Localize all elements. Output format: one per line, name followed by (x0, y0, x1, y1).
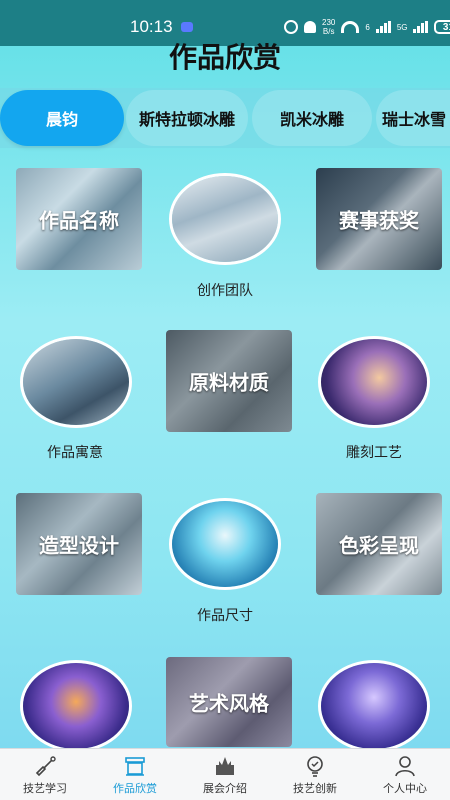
bottom-nav: 技艺学习 作品欣赏 展会介绍 技艺创新 个人中心 (0, 748, 450, 800)
card-label: 作品名称 (39, 208, 119, 233)
card-color-presentation[interactable]: 色彩呈现 (316, 493, 442, 595)
gallery-icon (125, 757, 145, 776)
card-label: 艺术风格 (189, 691, 269, 716)
castle-icon (216, 757, 234, 775)
nav-label: 技艺创新 (293, 782, 337, 795)
caption-creative-team: 创作团队 (197, 283, 253, 299)
card-art-style[interactable]: 艺术风格 (166, 657, 292, 747)
nav-exhibition-intro[interactable]: 展会介绍 (180, 749, 270, 800)
notification-badge-icon (181, 22, 193, 32)
nav-label: 作品欣赏 (113, 782, 157, 795)
nav-skill-innovation[interactable]: 技艺创新 (270, 749, 360, 800)
card-shape-design[interactable]: 造型设计 (16, 493, 142, 595)
signal-icon (375, 21, 391, 33)
status-time: 10:13 (130, 17, 173, 36)
card-label: 造型设计 (39, 533, 119, 558)
battery-level: 31 (442, 21, 450, 33)
ice-sculpture-image (172, 501, 278, 587)
person-icon (395, 756, 415, 777)
tab-kemi[interactable]: 凯米冰雕 (252, 90, 372, 146)
tab-label: 凯米冰雕 (279, 110, 344, 129)
circle-meaning[interactable] (20, 336, 132, 428)
network-speed: 230 B/s (322, 18, 335, 36)
signal-2-icon (413, 21, 429, 33)
battery-icon: 31 (434, 20, 450, 34)
ice-sculpture-image (172, 176, 278, 262)
tab-label: 瑞士冰雪 (382, 110, 447, 129)
tab-label: 斯特拉顿冰雕 (138, 110, 235, 129)
lightbulb-icon (307, 756, 323, 777)
shovel-icon (35, 756, 56, 777)
card-label: 原料材质 (189, 370, 269, 395)
card-label: 赛事获奖 (339, 208, 419, 233)
circle-carving-craft[interactable] (318, 336, 430, 428)
app-screen: 10:13 230 B/s 6 5G 31 ⚡ 作品欣赏 晨钧 (0, 0, 450, 800)
ice-sculpture-image (321, 663, 427, 749)
signal-label: 6 (365, 22, 370, 32)
nav-label: 个人中心 (383, 782, 427, 795)
circle-size[interactable] (169, 498, 281, 590)
caption-size: 作品尺寸 (197, 608, 253, 624)
caption-meaning: 作品寓意 (47, 445, 103, 461)
nav-label: 展会介绍 (203, 782, 247, 795)
caption-carving-craft: 雕刻工艺 (346, 445, 402, 461)
works-grid: 作品名称 创作团队 赛事获奖 作品寓意 原料材质 雕刻工艺 造型设计 作品尺寸 … (0, 160, 450, 752)
wifi-icon (341, 21, 360, 33)
mute-icon (304, 21, 316, 33)
status-icons: 230 B/s 6 5G 31 ⚡ (284, 18, 450, 36)
network-type: 5G (396, 22, 408, 32)
card-work-name[interactable]: 作品名称 (16, 168, 142, 270)
tab-label: 晨钧 (45, 110, 78, 129)
ice-sculpture-image (23, 663, 129, 749)
card-material[interactable]: 原料材质 (166, 330, 292, 432)
tab-chenjun[interactable]: 晨钧 (0, 90, 124, 146)
nav-skill-learning[interactable]: 技艺学习 (0, 749, 90, 800)
nav-works-gallery[interactable]: 作品欣赏 (90, 749, 180, 800)
nav-label: 技艺学习 (23, 782, 67, 795)
ice-sculpture-image (321, 339, 427, 425)
tab-swiss[interactable]: 瑞士冰雪 (376, 90, 450, 146)
circle-creative-team[interactable] (169, 173, 281, 265)
alarm-icon (284, 20, 298, 34)
tab-stratton[interactable]: 斯特拉顿冰雕 (126, 90, 248, 146)
network-speed-value: 230 (322, 18, 336, 27)
card-label: 色彩呈现 (339, 533, 419, 558)
nav-personal-center[interactable]: 个人中心 (360, 749, 450, 800)
category-tabs: 晨钧 斯特拉顿冰雕 凯米冰雕 瑞士冰雪 (0, 80, 450, 154)
circle-sculpture-2[interactable] (318, 660, 430, 752)
card-awards[interactable]: 赛事获奖 (316, 168, 442, 270)
page-title: 作品欣赏 (168, 41, 281, 74)
network-speed-unit: B/s (322, 27, 335, 36)
ice-sculpture-image (23, 339, 129, 425)
circle-sculpture-1[interactable] (20, 660, 132, 752)
